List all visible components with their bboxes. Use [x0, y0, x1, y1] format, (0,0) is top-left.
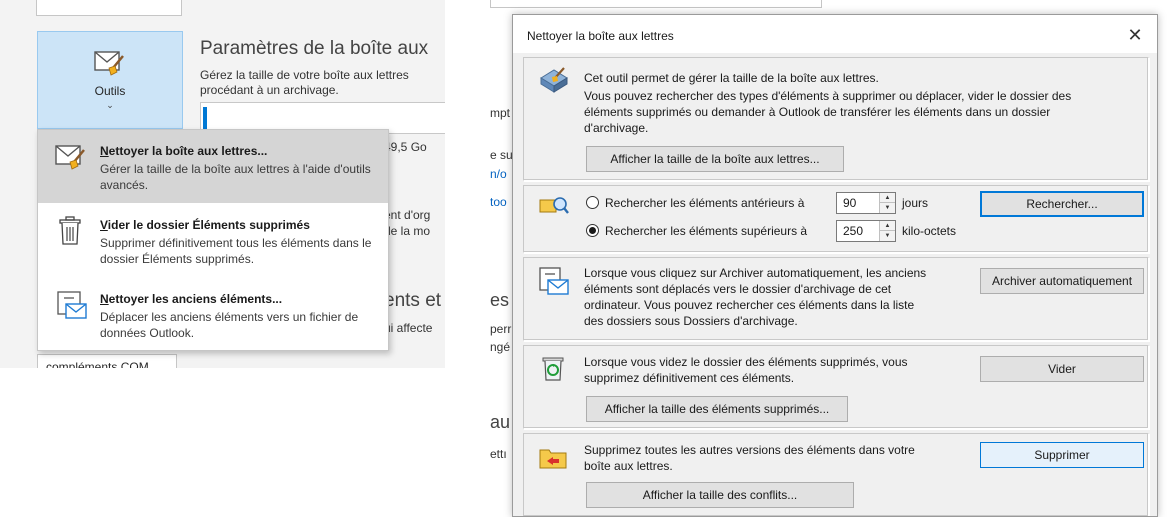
mailbox-cleanup-icon: [93, 48, 127, 81]
section-empty-deleted-text: Lorsque vous videz le dossier des élémen…: [584, 355, 908, 385]
autoarchive-button[interactable]: Archiver automatiquement: [980, 268, 1144, 294]
spin-up-icon[interactable]: ▲: [880, 193, 895, 203]
settings-title: Paramètres de la boîte aux: [200, 38, 429, 59]
tools-dropdown-menu: Nettoyer la boîte aux lettres... Gérer l…: [37, 129, 389, 351]
section-find: Rechercher les éléments antérieurs à ▲▼ …: [523, 185, 1149, 253]
section-intro-text: Cet outil permet de gérer la taille de l…: [584, 71, 1072, 135]
larger-than-radio[interactable]: [586, 224, 599, 237]
menu-item-mailbox-cleanup[interactable]: Nettoyer la boîte aux lettres... Gérer l…: [38, 130, 388, 203]
days-unit: jours: [902, 196, 929, 210]
larger-than-label: Rechercher les éléments supérieurs à: [605, 224, 808, 238]
background-text: ngé: [490, 340, 511, 354]
background-text: ent d'org: [384, 208, 431, 222]
section-conflicts-text: Supprimez toutes les autres versions des…: [584, 443, 915, 473]
background-text: ettı: [490, 447, 507, 461]
background-text: de la mo: [384, 224, 431, 238]
section-conflicts: Supprimez toutes les autres versions des…: [523, 433, 1149, 516]
settings-description: Gérez la taille de votre boîte aux lettr…: [200, 68, 409, 97]
mailbox-size-text: 49,5 Go: [384, 140, 427, 154]
close-icon: ✕: [1127, 25, 1143, 45]
archive-icon: [54, 290, 88, 323]
spin-down-icon[interactable]: ▼: [880, 231, 895, 241]
background-heading: au: [490, 412, 511, 432]
size-input[interactable]: [837, 221, 879, 241]
close-button[interactable]: ✕: [1121, 23, 1149, 47]
spin-down-icon[interactable]: ▼: [880, 203, 895, 213]
spin-up-icon[interactable]: ▲: [880, 221, 895, 231]
show-conflicts-size-button[interactable]: Afficher la taille des conflits...: [586, 482, 854, 508]
background-link: too: [490, 195, 507, 209]
delete-button[interactable]: Supprimer: [980, 442, 1144, 468]
dialog-title: Nettoyer la boîte aux lettres: [527, 29, 674, 43]
section-intro: Cet outil permet de gérer la taille de l…: [523, 57, 1149, 181]
background-text: e su: [490, 148, 513, 162]
show-mailbox-size-button[interactable]: Afficher la taille de la boîte aux lettr…: [586, 146, 844, 172]
com-addins-button[interactable]: compléments COM: [37, 354, 177, 368]
menu-item-cleanup-old-items[interactable]: Nettoyer les anciens éléments... Déplace…: [38, 278, 388, 351]
mailbox-settings-panel: Outils ⌄ Paramètres de la boîte aux Gére…: [0, 0, 445, 368]
menu-item-description: Gérer la taille de la boîte aux lettres …: [100, 162, 371, 192]
tools-button-label: Outils: [94, 84, 126, 98]
size-unit: kilo-octets: [902, 224, 957, 238]
background-text: perr: [490, 322, 512, 336]
menu-item-description: Déplacer les anciens éléments vers un fi…: [100, 310, 359, 340]
find-button[interactable]: Rechercher...: [980, 191, 1144, 217]
days-input[interactable]: [837, 193, 879, 213]
menu-item-title: Nettoyer la boîte aux lettres...: [100, 144, 268, 158]
background-link: n/o: [490, 167, 507, 181]
section-empty-deleted: Lorsque vous videz le dossier des élémen…: [523, 345, 1149, 429]
cleanup-tool-icon: [538, 66, 570, 97]
mailbox-cleanup-icon: [54, 142, 88, 175]
menu-item-title: Nettoyer les anciens éléments...: [100, 292, 283, 306]
empty-button[interactable]: Vider: [980, 356, 1144, 382]
dialog-titlebar: Nettoyer la boîte aux lettres ✕: [513, 15, 1157, 53]
menu-item-empty-deleted[interactable]: Vider le dossier Éléments supprimés Supp…: [38, 204, 388, 277]
background-text: ui affecte: [384, 321, 433, 335]
tools-button[interactable]: Outils ⌄: [37, 31, 183, 129]
mailbox-cleanup-dialog: Nettoyer la boîte aux lettres ✕ Cet outi…: [512, 14, 1158, 517]
background-text: mpt: [490, 106, 511, 120]
conflict-folder-icon: [538, 444, 568, 473]
section-autoarchive-text: Lorsque vous cliquez sur Archiver automa…: [584, 266, 927, 328]
older-than-label: Rechercher les éléments antérieurs à: [605, 196, 805, 210]
find-items-icon: [538, 194, 570, 221]
archive-icon: [538, 266, 570, 299]
top-field: [36, 0, 182, 16]
recycle-bin-icon: [540, 354, 566, 385]
show-deleted-size-button[interactable]: Afficher la taille des éléments supprimé…: [586, 396, 848, 422]
size-stepper[interactable]: ▲▼: [836, 220, 896, 242]
background-heading: ents et: [384, 290, 442, 311]
section-autoarchive: Lorsque vous cliquez sur Archiver automa…: [523, 257, 1149, 341]
days-stepper[interactable]: ▲▼: [836, 192, 896, 214]
trash-can-icon: [58, 216, 82, 249]
menu-item-description: Supprimer définitivement tous les élémen…: [100, 236, 372, 266]
chevron-down-icon: ⌄: [106, 100, 114, 110]
menu-item-title: Vider le dossier Éléments supprimés: [100, 218, 310, 232]
older-than-radio[interactable]: [586, 196, 599, 209]
